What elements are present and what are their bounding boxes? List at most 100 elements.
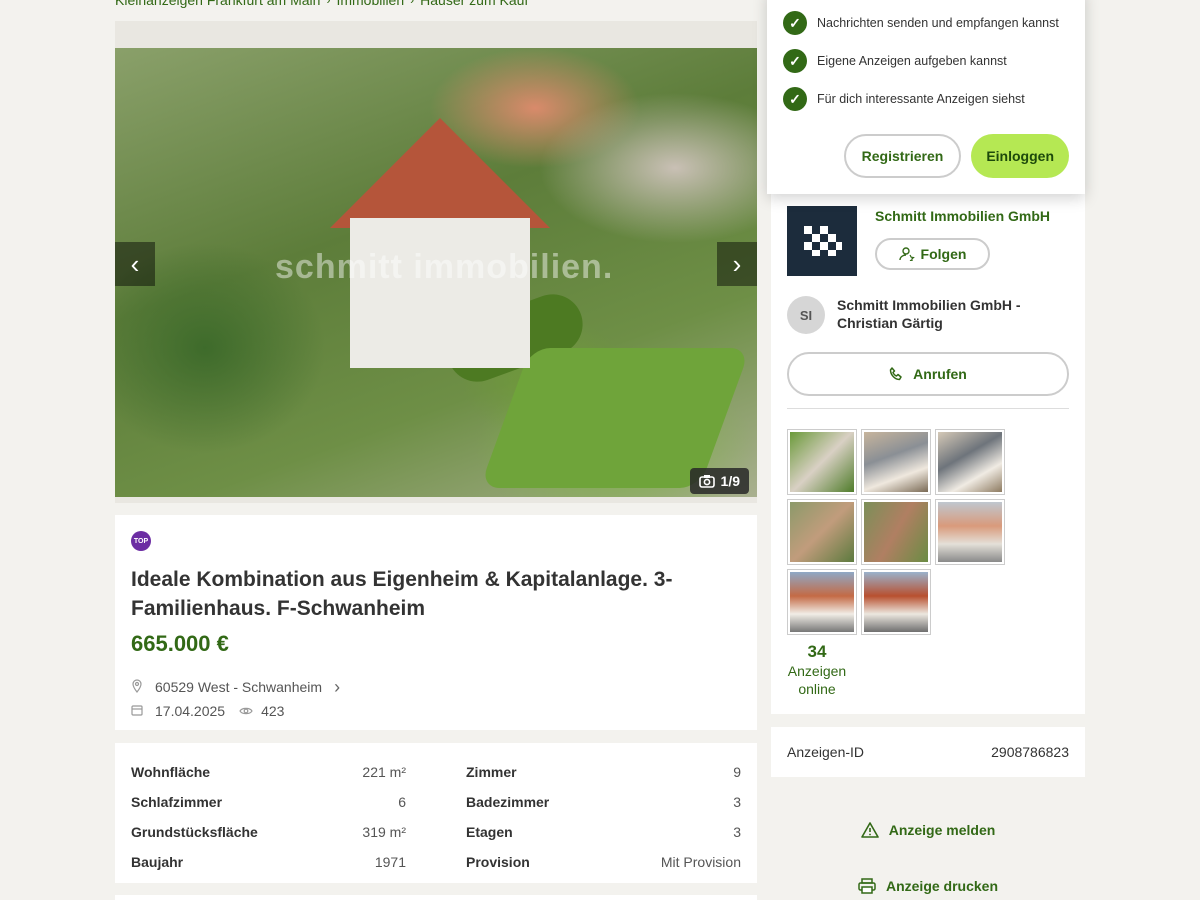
- seller-logo[interactable]: [787, 206, 857, 276]
- location-pin-icon: [131, 678, 147, 696]
- detail-label: Etagen: [466, 824, 513, 840]
- phone-icon: [889, 367, 902, 381]
- follow-button[interactable]: Folgen: [875, 238, 990, 270]
- detail-value: 3: [733, 824, 741, 840]
- detail-row: Wohnfläche 221 m²: [131, 757, 406, 787]
- listing-card: TOP Ideale Kombination aus Eigenheim & K…: [115, 515, 757, 730]
- print-ad-label: Anzeige drucken: [885, 878, 999, 894]
- ads-count-number: 34: [807, 642, 827, 661]
- photo-roof: [330, 118, 550, 228]
- seller-ad-thumbnail[interactable]: [861, 569, 931, 635]
- detail-value: Mit Provision: [660, 854, 741, 870]
- calendar-icon: [131, 704, 147, 719]
- listing-title: Ideale Kombination aus Eigenheim & Kapit…: [131, 568, 673, 620]
- ad-id-label: Anzeigen-ID: [787, 744, 865, 760]
- popup-buttons: Registrieren Einloggen: [843, 134, 1069, 178]
- detail-value: 319 m²: [362, 824, 406, 840]
- avatar: SI: [787, 296, 825, 334]
- detail-label: Wohnfläche: [131, 764, 211, 780]
- ads-count-label: Anzeigen online: [787, 663, 847, 697]
- benefit-item: ✓ Nachrichten senden und empfangen kanns…: [783, 4, 1069, 42]
- image-counter: 1/9: [689, 468, 749, 494]
- benefit-text: Eigene Anzeigen aufgeben kannst: [817, 54, 1007, 68]
- follow-label: Folgen: [920, 246, 967, 262]
- login-button[interactable]: Einloggen: [971, 134, 1069, 178]
- chevron-right-icon: ›: [410, 0, 415, 7]
- warning-icon: [860, 822, 879, 838]
- ad-id-card: Anzeigen-ID 2908786823: [771, 727, 1085, 777]
- detail-label: Badezimmer: [466, 794, 550, 810]
- detail-value: 3: [733, 794, 741, 810]
- detail-row: Baujahr 1971: [131, 847, 406, 877]
- eye-icon: [239, 703, 253, 719]
- call-label: Anrufen: [913, 366, 967, 382]
- seller-ad-thumbnail[interactable]: [787, 499, 857, 565]
- breadcrumb-item-city[interactable]: Kleinanzeigen Frankfurt am Main: [115, 0, 320, 8]
- chevron-left-icon: ‹: [130, 248, 140, 279]
- report-ad-link[interactable]: Anzeige melden: [771, 822, 1085, 838]
- seller-ad-thumbnail[interactable]: [787, 429, 857, 495]
- detail-value: 6: [398, 794, 406, 810]
- benefit-item: ✓ Eigene Anzeigen aufgeben kannst: [783, 42, 1069, 80]
- photo-house: [330, 118, 550, 368]
- seller-ad-thumbnail[interactable]: [861, 499, 931, 565]
- detail-label: Baujahr: [131, 854, 184, 870]
- seller-ad-thumbnail[interactable]: [935, 499, 1005, 565]
- detail-row: Schlafzimmer 6: [131, 787, 406, 817]
- seller-ads-thumbnails: [787, 429, 1005, 635]
- detail-label: Grundstücksfläche: [131, 824, 258, 840]
- listing-location[interactable]: 60529 West - Schwanheim: [155, 679, 322, 695]
- follow-user-icon: [898, 247, 915, 261]
- call-button[interactable]: Anrufen: [787, 352, 1069, 396]
- benefit-item: ✓ Für dich interessante Anzeigen siehst: [783, 80, 1069, 118]
- details-column-left: Wohnfläche 221 m² Schlafzimmer 6 Grundstüc…: [131, 757, 406, 877]
- listing-date: 17.04.2025: [155, 703, 226, 719]
- divider: [787, 408, 1069, 409]
- detail-label: Schlafzimmer: [131, 794, 223, 810]
- breadcrumb: Kleinanzeigen Frankfurt am Main › Immobi…: [115, 0, 528, 8]
- seller-ad-thumbnail[interactable]: [861, 429, 931, 495]
- detail-value: 9: [733, 764, 741, 780]
- photo-lawn: [479, 348, 751, 488]
- benefit-text: Nachrichten senden und empfangen kannst: [817, 16, 1059, 30]
- detail-row: Provision Mit Provision: [466, 847, 741, 877]
- register-button[interactable]: Registrieren: [843, 134, 962, 178]
- breadcrumb-item-category[interactable]: Immobilien: [336, 0, 404, 8]
- location-row[interactable]: 60529 West - Schwanheim ›: [131, 675, 741, 699]
- ads-online-count[interactable]: 34 Anzeigen online: [787, 642, 847, 698]
- gallery-prev-button[interactable]: ‹: [115, 242, 155, 286]
- seller-company-name[interactable]: Schmitt Immobilien GmbH: [875, 208, 1050, 224]
- detail-value: 1971: [374, 854, 406, 870]
- next-card-edge: [115, 895, 757, 900]
- checkmark-icon: ✓: [783, 87, 807, 111]
- print-ad-link[interactable]: Anzeige drucken: [771, 878, 1085, 894]
- seller-ad-thumbnail[interactable]: [787, 569, 857, 635]
- login-popup: ✓ Nachrichten senden und empfangen kanns…: [767, 0, 1085, 194]
- detail-label: Zimmer: [466, 764, 517, 780]
- chevron-right-icon: ›: [732, 248, 742, 279]
- seller-card: Schmitt Immobilien GmbH Folgen SI Schmit…: [771, 194, 1085, 714]
- listing-price: 665.000 €: [131, 631, 229, 656]
- report-ad-label: Anzeige melden: [888, 822, 996, 838]
- details-card: Wohnfläche 221 m² Schlafzimmer 6 Grundstüc…: [115, 743, 757, 883]
- listing-photo[interactable]: schmitt immobilien.: [115, 48, 757, 497]
- benefit-text: Für dich interessante Anzeigen siehst: [817, 92, 1025, 106]
- contact-person: Schmitt Immobilien GmbH - Christian Gärt…: [837, 297, 1021, 331]
- chevron-right-icon: ›: [326, 0, 331, 7]
- seller-ad-thumbnail[interactable]: [935, 429, 1005, 495]
- image-gallery[interactable]: schmitt immobilien. ‹ › 1/9: [115, 21, 757, 503]
- detail-row: Zimmer 9: [466, 757, 741, 787]
- gallery-next-button[interactable]: ›: [717, 242, 757, 286]
- top-badge: TOP: [131, 531, 151, 551]
- photo-watermark: schmitt immobilien.: [275, 248, 614, 286]
- detail-label: Provision: [466, 854, 530, 870]
- company-logo-icon: [804, 226, 842, 256]
- listing-meta: 60529 West - Schwanheim › 17.04.2025 423: [131, 675, 741, 723]
- printer-icon: [858, 878, 876, 894]
- details-column-right: Zimmer 9 Badezimmer 3 Etagen 3 Provision Mit…: [466, 757, 741, 877]
- detail-row: Badezimmer 3: [466, 787, 741, 817]
- camera-icon: [698, 475, 715, 488]
- breadcrumb-item-subcategory[interactable]: Häuser zum Kauf: [420, 0, 528, 8]
- image-counter-text: 1/9: [720, 473, 740, 489]
- ad-id-value: 2908786823: [991, 744, 1069, 760]
